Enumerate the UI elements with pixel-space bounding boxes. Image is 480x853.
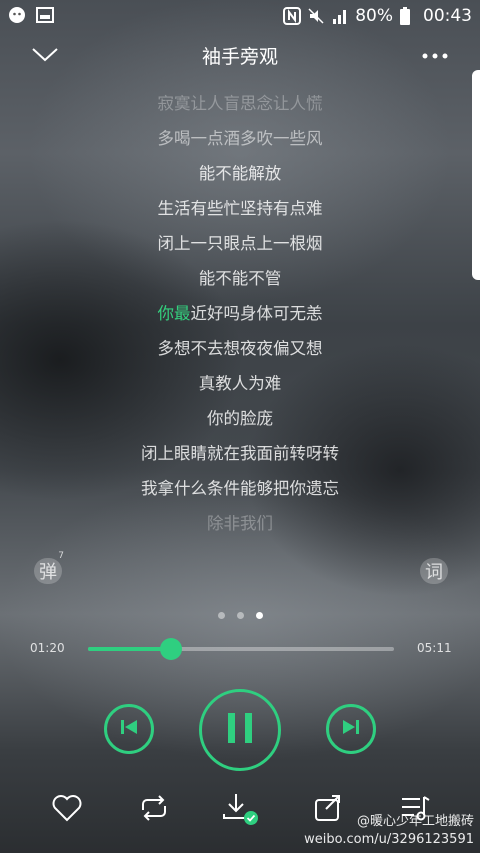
- lyric-line: 你的脸庞: [207, 409, 273, 428]
- lyric-line: 生活有些忙坚持有点难: [157, 199, 323, 218]
- status-bar: 80% 00:43: [0, 0, 480, 34]
- danmu-label: 弹: [39, 562, 57, 583]
- progress-bar[interactable]: [88, 638, 394, 660]
- skip-previous-icon: [119, 717, 139, 741]
- page-indicator: [0, 612, 480, 619]
- page-dot[interactable]: [217, 612, 225, 619]
- lyric-unsung-part: 近好吗身体可无恙: [190, 304, 323, 323]
- lyric-line: 多喝一点酒多吹一些风: [157, 129, 323, 148]
- mute-icon: [307, 7, 325, 25]
- current-time: 01:20: [30, 641, 65, 655]
- repeat-icon[interactable]: [132, 786, 176, 830]
- lyric-line: 真教人为难: [198, 374, 282, 393]
- watermark-url: weibo.com/u/3296123591: [304, 832, 474, 847]
- signal-icon: [331, 7, 349, 25]
- progress-fill: [88, 647, 171, 651]
- battery-icon: [399, 7, 417, 25]
- status-time: 00:43: [423, 6, 472, 26]
- player-header: 袖手旁观: [0, 34, 480, 74]
- heart-icon[interactable]: [45, 786, 89, 830]
- page-dot[interactable]: [255, 612, 263, 619]
- weibo-watermark: @暖心少年工地搬砖 weibo.com/u/3296123591: [304, 813, 474, 849]
- watermark-user: @暖心少年工地搬砖: [356, 814, 474, 829]
- skip-next-icon: [341, 717, 361, 741]
- previous-button[interactable]: [104, 704, 154, 754]
- lyric-search-label: 词: [425, 562, 443, 583]
- pause-icon: [225, 712, 255, 748]
- progress-knob[interactable]: [159, 638, 182, 660]
- lyric-line: 寂寞让人盲思念让人慌: [157, 94, 323, 113]
- image-icon: [36, 6, 54, 24]
- more-icon[interactable]: [420, 40, 450, 68]
- next-button[interactable]: [326, 704, 376, 754]
- lyric-line: 能不能不管: [198, 269, 282, 288]
- lyric-search-button[interactable]: 词: [416, 553, 452, 589]
- lyric-line: 闭上一只眼点上一根烟: [157, 234, 323, 253]
- lyrics-panel[interactable]: 寂寞让人盲思念让人慌 多喝一点酒多吹一些风 能不能解放 生活有些忙坚持有点难 闭…: [0, 86, 480, 541]
- danmu-count: 7: [58, 551, 64, 561]
- pause-button[interactable]: [199, 689, 281, 771]
- song-title: 袖手旁观: [201, 46, 278, 68]
- battery-percentage: 80%: [355, 6, 393, 26]
- lyric-line: 能不能解放: [198, 164, 282, 183]
- nfc-icon: [283, 7, 302, 25]
- danmu-button[interactable]: 弹 7: [30, 551, 66, 589]
- wechat-icon: [8, 6, 26, 24]
- lyric-sung-part: 你最: [157, 304, 191, 323]
- total-time: 05:11: [417, 641, 452, 655]
- page-dot[interactable]: [236, 612, 244, 619]
- lyric-line: 我拿什么条件能够把你遗忘: [141, 479, 339, 498]
- lyric-line: 闭上眼睛就在我面前转呀转: [141, 444, 339, 463]
- current-lyric-line: 你最近好吗身体可无恙: [0, 296, 480, 331]
- lyric-line: 除非我们: [207, 514, 273, 533]
- lyric-line: 多想不去想夜夜偏又想: [157, 339, 323, 358]
- download-icon[interactable]: [218, 786, 262, 830]
